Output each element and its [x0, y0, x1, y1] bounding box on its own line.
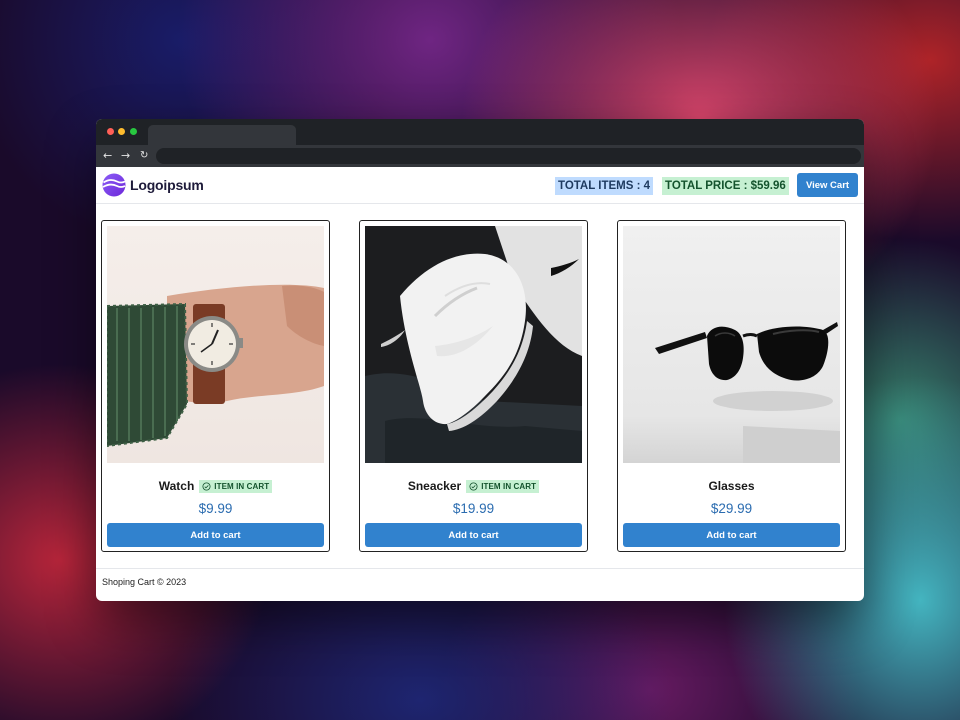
logo[interactable]: Logoipsum	[102, 173, 204, 197]
product-title-row: Watch ITEM IN CART	[102, 478, 329, 494]
product-price: $19.99	[452, 501, 495, 516]
back-arrow-icon[interactable]: ←	[103, 147, 112, 165]
view-cart-button[interactable]: View Cart	[797, 173, 858, 197]
browser-titlebar	[96, 119, 864, 145]
close-window-dot[interactable]	[107, 128, 114, 135]
product-title-row: Glasses	[618, 478, 845, 494]
logo-text: Logoipsum	[130, 177, 204, 193]
product-card-sneaker: Sneacker ITEM IN CART $19.99 Add to cart	[359, 220, 588, 552]
product-name: Watch	[158, 479, 195, 493]
add-to-cart-button[interactable]: Add to cart	[623, 523, 840, 547]
product-price: $29.99	[710, 501, 753, 516]
check-circle-icon	[202, 481, 211, 491]
in-cart-badge: ITEM IN CART	[199, 479, 273, 493]
check-circle-icon	[469, 481, 478, 491]
sneaker-photo	[365, 226, 582, 463]
add-to-cart-button[interactable]: Add to cart	[107, 523, 324, 547]
browser-navbar: ← → ↻	[96, 145, 864, 167]
footer: Shoping Cart © 2023	[96, 568, 864, 601]
product-name: Glasses	[708, 479, 755, 493]
address-bar[interactable]	[156, 148, 861, 164]
in-cart-label: ITEM IN CART	[214, 481, 270, 491]
forward-arrow-icon[interactable]: →	[121, 147, 130, 165]
product-grid: Watch ITEM IN CART $9.99 Add to cart Sne…	[96, 204, 864, 568]
in-cart-label: ITEM IN CART	[481, 481, 537, 491]
reload-icon[interactable]: ↻	[140, 147, 148, 165]
product-title-row: Sneacker ITEM IN CART	[360, 478, 587, 494]
browser-window: ← → ↻ Logoipsum TOTAL ITEMS : 4 TOTAL PR…	[96, 119, 864, 601]
app-header: Logoipsum TOTAL ITEMS : 4 TOTAL PRICE : …	[96, 167, 864, 204]
logo-icon	[102, 173, 126, 197]
sunglasses-photo	[623, 226, 840, 463]
product-card-glasses: Glasses $29.99 Add to cart	[617, 220, 846, 552]
product-card-watch: Watch ITEM IN CART $9.99 Add to cart	[101, 220, 330, 552]
maximize-window-dot[interactable]	[130, 128, 137, 135]
add-to-cart-button[interactable]: Add to cart	[365, 523, 582, 547]
total-items-badge: TOTAL ITEMS : 4	[555, 177, 654, 195]
footer-text: Shoping Cart © 2023	[102, 577, 187, 587]
in-cart-badge: ITEM IN CART	[466, 479, 540, 493]
product-price: $9.99	[198, 501, 233, 516]
product-name: Sneacker	[407, 479, 462, 493]
total-price-badge: TOTAL PRICE : $59.96	[662, 177, 789, 195]
minimize-window-dot[interactable]	[118, 128, 125, 135]
watch-photo	[107, 226, 324, 463]
browser-tab[interactable]	[148, 125, 296, 145]
